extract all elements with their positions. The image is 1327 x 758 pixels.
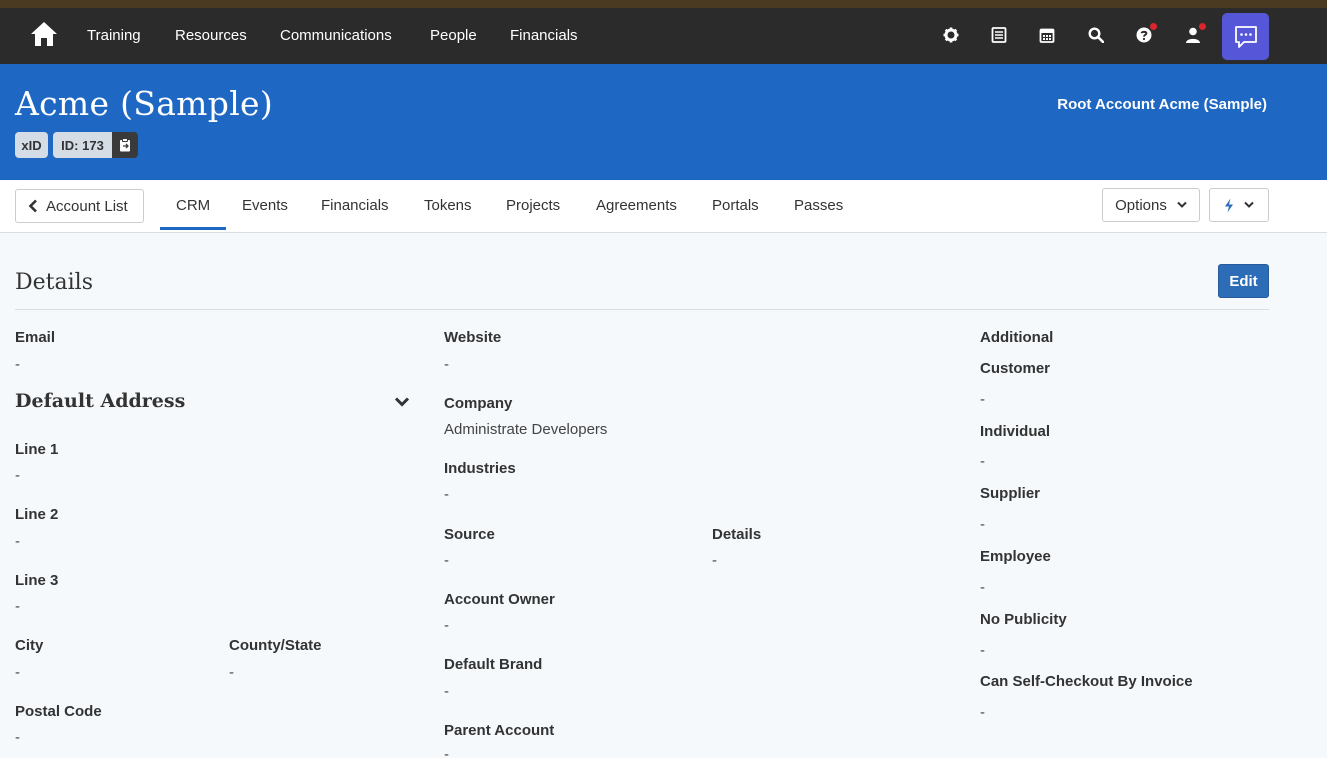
user-notification-dot <box>1199 23 1206 30</box>
options-dropdown[interactable]: Options <box>1102 188 1200 222</box>
no-publicity-label: No Publicity <box>980 611 1067 628</box>
id-badge: ID: 173 <box>53 132 112 158</box>
help-icon[interactable] <box>1134 23 1157 46</box>
tab-portals[interactable]: Portals <box>712 197 759 214</box>
tab-agreements[interactable]: Agreements <box>596 197 677 214</box>
account-list-button[interactable]: Account List <box>15 189 144 223</box>
tab-tokens[interactable]: Tokens <box>424 197 472 214</box>
chevron-left-icon <box>28 199 37 213</box>
home-icon[interactable] <box>30 20 58 50</box>
website-label: Website <box>444 329 502 346</box>
default-address-title: Default Address <box>15 390 186 412</box>
chevron-down-icon <box>1244 201 1254 208</box>
individual-label: Individual <box>980 423 1051 440</box>
nav-communications[interactable]: Communications <box>280 27 392 44</box>
postal-code-value: - <box>15 729 20 746</box>
edit-button[interactable]: Edit <box>1218 264 1269 298</box>
tab-passes[interactable]: Passes <box>794 197 843 214</box>
customer-value: - <box>980 391 985 408</box>
individual-value: - <box>980 453 985 470</box>
employee-label: Employee <box>980 548 1051 565</box>
email-label: Email <box>15 329 56 346</box>
city-value: - <box>15 664 20 681</box>
source-value: - <box>444 552 449 569</box>
active-tab-indicator <box>160 227 226 230</box>
parent-account-value: - <box>444 746 449 758</box>
supplier-value: - <box>980 516 985 533</box>
chat-button[interactable] <box>1222 13 1269 60</box>
details-divider <box>15 309 1269 310</box>
clipboard-icon <box>120 138 130 152</box>
default-brand-value: - <box>444 683 449 700</box>
tab-bar: Account List CRM Events Financials Token… <box>0 180 1327 233</box>
email-value: - <box>15 356 20 373</box>
chat-icon <box>1234 25 1257 48</box>
chevron-down-icon <box>1177 201 1187 208</box>
county-state-label: County/State <box>229 637 322 654</box>
line3-value: - <box>15 598 20 615</box>
supplier-label: Supplier <box>980 485 1041 502</box>
company-label: Company <box>444 395 513 412</box>
customer-label: Customer <box>980 360 1051 377</box>
top-strip <box>0 0 1327 8</box>
self-checkout-value: - <box>980 704 985 721</box>
default-brand-label: Default Brand <box>444 656 543 673</box>
no-publicity-value: - <box>980 642 985 659</box>
tab-financials[interactable]: Financials <box>321 197 389 214</box>
industries-value: - <box>444 486 449 503</box>
account-list-label: Account List <box>46 197 128 215</box>
top-navbar: Training Resources Communications People… <box>0 8 1327 64</box>
nav-financials[interactable]: Financials <box>510 27 578 44</box>
county-state-value: - <box>229 664 234 681</box>
employee-value: - <box>980 579 985 596</box>
quick-actions-dropdown[interactable] <box>1209 188 1269 222</box>
postal-code-label: Postal Code <box>15 703 102 720</box>
options-label: Options <box>1115 196 1167 214</box>
nav-training[interactable]: Training <box>87 27 141 44</box>
self-checkout-label: Can Self-Checkout By Invoice <box>980 673 1193 690</box>
tab-events[interactable]: Events <box>242 197 288 214</box>
nav-people[interactable]: People <box>430 27 477 44</box>
collapse-address-icon[interactable] <box>394 394 410 410</box>
search-icon[interactable] <box>1086 24 1106 46</box>
page-title: Acme (Sample) <box>15 84 274 123</box>
root-account-link[interactable]: Root Account Acme (Sample) <box>1057 96 1267 113</box>
help-notification-dot <box>1150 23 1157 30</box>
calendar-icon[interactable] <box>1037 24 1057 46</box>
details-title: Details <box>15 270 93 295</box>
source-details-value: - <box>712 552 717 569</box>
account-header: Acme (Sample) xID ID: 173 Root Account A… <box>0 64 1327 180</box>
source-details-label: Details <box>712 526 762 543</box>
line3-label: Line 3 <box>15 572 59 589</box>
company-value: Administrate Developers <box>444 421 608 438</box>
xid-badge[interactable]: xID <box>15 132 48 158</box>
copy-id-button[interactable] <box>112 132 138 158</box>
line1-value: - <box>15 467 20 484</box>
parent-account-label: Parent Account <box>444 722 555 739</box>
city-label: City <box>15 637 44 654</box>
list-icon[interactable] <box>989 24 1009 46</box>
account-owner-value: - <box>444 617 449 634</box>
account-owner-label: Account Owner <box>444 591 555 608</box>
line2-label: Line 2 <box>15 506 59 523</box>
industries-label: Industries <box>444 460 516 477</box>
nav-resources[interactable]: Resources <box>175 27 247 44</box>
tab-projects[interactable]: Projects <box>506 197 560 214</box>
bolt-icon <box>1225 198 1233 212</box>
line2-value: - <box>15 533 20 550</box>
website-value: - <box>444 356 449 373</box>
tab-crm[interactable]: CRM <box>176 197 210 214</box>
additional-title: Additional <box>980 329 1054 346</box>
gear-icon[interactable] <box>941 24 961 46</box>
user-icon[interactable] <box>1183 23 1206 46</box>
line1-label: Line 1 <box>15 441 59 458</box>
source-label: Source <box>444 526 495 543</box>
